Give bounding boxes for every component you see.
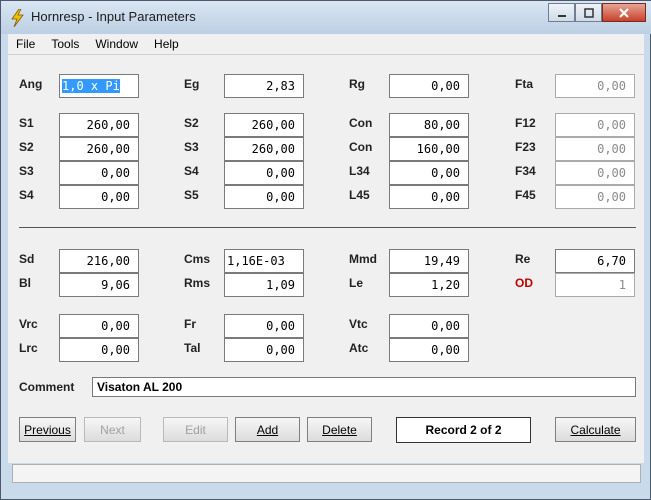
- status-bar: [12, 464, 641, 483]
- label-re: Re: [515, 252, 531, 266]
- field-s4[interactable]: 0,00: [59, 185, 139, 209]
- label-mmd: Mmd: [349, 252, 377, 266]
- label-con2: Con: [349, 140, 373, 154]
- field-ang[interactable]: 1,0 x Pi: [59, 74, 139, 98]
- field-tal[interactable]: 0,00: [224, 338, 304, 362]
- field-fr[interactable]: 0,00: [224, 314, 304, 338]
- field-sd[interactable]: 216,00: [59, 249, 139, 273]
- field-re[interactable]: 6,70: [555, 249, 635, 273]
- field-le[interactable]: 1,20: [389, 273, 469, 297]
- field-s5[interactable]: 0,00: [224, 185, 304, 209]
- label-con1: Con: [349, 116, 373, 130]
- label-s3: S3: [19, 164, 34, 178]
- field-f23: 0,00: [555, 137, 635, 161]
- label-s5: S5: [184, 188, 199, 202]
- field-con1[interactable]: 80,00: [389, 113, 469, 137]
- close-button[interactable]: [602, 3, 646, 22]
- label-bl: Bl: [19, 276, 31, 290]
- label-rg: Rg: [349, 77, 365, 91]
- label-vrc: Vrc: [19, 317, 38, 331]
- menu-file[interactable]: File: [8, 34, 43, 54]
- minimize-button[interactable]: [548, 3, 575, 22]
- window-title: Hornresp - Input Parameters: [31, 9, 196, 24]
- field-f34: 0,00: [555, 161, 635, 185]
- label-l34: L34: [349, 164, 370, 178]
- field-s3[interactable]: 0,00: [59, 161, 139, 185]
- label-lrc: Lrc: [19, 341, 38, 355]
- delete-button[interactable]: Delete: [307, 417, 372, 442]
- field-l45[interactable]: 0,00: [389, 185, 469, 209]
- field-vrc[interactable]: 0,00: [59, 314, 139, 338]
- label-s4-top: S4: [184, 164, 199, 178]
- menu-bar: File Tools Window Help: [8, 34, 644, 55]
- label-l45: L45: [349, 188, 370, 202]
- label-tal: Tal: [184, 341, 201, 355]
- title-bar[interactable]: Hornresp - Input Parameters: [1, 1, 651, 34]
- label-cms: Cms: [184, 252, 211, 266]
- main-window: Hornresp - Input Parameters File Tools W…: [0, 0, 651, 500]
- label-s4: S4: [19, 188, 34, 202]
- label-ang: Ang: [19, 77, 43, 91]
- field-con2[interactable]: 160,00: [389, 137, 469, 161]
- field-fta: 0,00: [555, 74, 635, 98]
- label-f12: F12: [515, 116, 536, 130]
- label-fta: Fta: [515, 77, 533, 91]
- add-button[interactable]: Add: [235, 417, 300, 442]
- label-vtc: Vtc: [349, 317, 368, 331]
- record-indicator: Record 2 of 2: [396, 417, 531, 443]
- label-f34: F34: [515, 164, 536, 178]
- label-s2: S2: [19, 140, 34, 154]
- field-s2-top[interactable]: 260,00: [224, 113, 304, 137]
- field-lrc[interactable]: 0,00: [59, 338, 139, 362]
- field-eg[interactable]: 2,83: [224, 74, 304, 98]
- next-button[interactable]: Next: [84, 417, 141, 442]
- minimize-icon: [557, 14, 566, 17]
- lightning-icon: [11, 9, 24, 27]
- menu-tools[interactable]: Tools: [43, 34, 87, 54]
- field-rms[interactable]: 1,09: [224, 273, 304, 297]
- label-sd: Sd: [19, 252, 35, 266]
- label-od: OD: [515, 276, 533, 290]
- label-eg: Eg: [184, 77, 200, 91]
- edit-button[interactable]: Edit: [163, 417, 228, 442]
- field-s1[interactable]: 260,00: [59, 113, 139, 137]
- field-s3-top[interactable]: 260,00: [224, 137, 304, 161]
- field-rg[interactable]: 0,00: [389, 74, 469, 98]
- field-bl[interactable]: 9,06: [59, 273, 139, 297]
- field-vtc[interactable]: 0,00: [389, 314, 469, 338]
- field-f45: 0,00: [555, 185, 635, 209]
- field-mmd[interactable]: 19,49: [389, 249, 469, 273]
- close-icon: [619, 7, 629, 18]
- label-comment: Comment: [19, 380, 75, 394]
- field-s2[interactable]: 260,00: [59, 137, 139, 161]
- field-ang-value: 1,0 x Pi: [62, 79, 120, 93]
- previous-button[interactable]: Previous: [19, 417, 76, 442]
- label-rms: Rms: [184, 276, 211, 290]
- label-le: Le: [349, 276, 364, 290]
- label-f45: F45: [515, 188, 536, 202]
- field-l34[interactable]: 0,00: [389, 161, 469, 185]
- label-fr: Fr: [184, 317, 196, 331]
- calculate-button[interactable]: Calculate: [555, 417, 636, 442]
- maximize-icon: [583, 7, 594, 18]
- section-divider: [19, 227, 636, 228]
- comment-field[interactable]: Visaton AL 200: [92, 377, 636, 397]
- input-parameters-panel: Ang 1,0 x Pi Eg 2,83 Rg 0,00 Fta 0,00 S1…: [8, 55, 644, 483]
- label-s2-top: S2: [184, 116, 199, 130]
- field-atc[interactable]: 0,00: [389, 338, 469, 362]
- field-s4-top[interactable]: 0,00: [224, 161, 304, 185]
- field-od: 1: [555, 273, 635, 297]
- label-atc: Atc: [349, 341, 369, 355]
- maximize-button[interactable]: [575, 3, 602, 22]
- label-s3-top: S3: [184, 140, 199, 154]
- menu-window[interactable]: Window: [87, 34, 146, 54]
- label-s1: S1: [19, 116, 34, 130]
- menu-help[interactable]: Help: [146, 34, 187, 54]
- field-f12: 0,00: [555, 113, 635, 137]
- field-cms[interactable]: 1,16E-03: [224, 249, 304, 273]
- window-controls: [548, 3, 646, 23]
- label-f23: F23: [515, 140, 536, 154]
